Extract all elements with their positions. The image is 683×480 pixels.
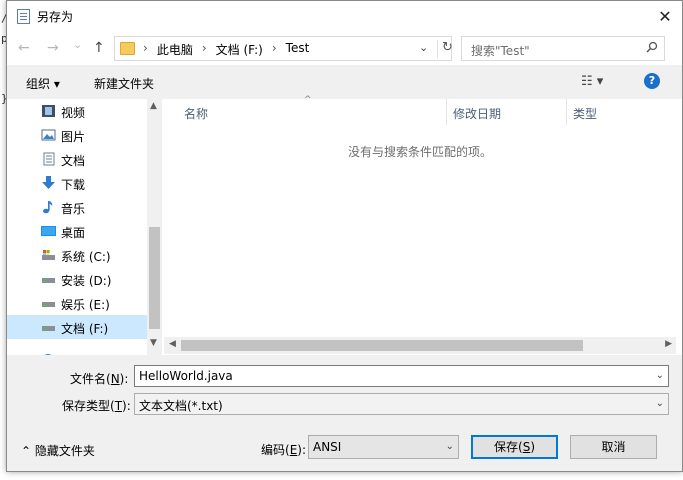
save-type-select[interactable]: 文本文档(*.txt) ⌄	[134, 393, 669, 415]
system-drive-icon	[42, 250, 55, 260]
breadcrumb-separator: ›	[271, 41, 277, 55]
breadcrumb-test[interactable]: Test	[286, 41, 310, 58]
filename-field[interactable]: HelloWorld.java ⌄	[134, 365, 669, 387]
sidebar-item-label: 系统 (C:)	[61, 250, 111, 264]
up-icon[interactable]: ↑	[93, 40, 105, 56]
new-folder-button[interactable]: 新建文件夹	[94, 75, 154, 92]
breadcrumb-this-pc[interactable]: 此电脑	[157, 41, 193, 58]
search-box[interactable]: 搜索"Test"	[461, 36, 665, 61]
sidebar-item-system-c[interactable]: 系统 (C:)	[7, 243, 147, 267]
sidebar-item-documents-f[interactable]: 文档 (F:)	[7, 315, 147, 339]
column-header-label: 名称	[184, 107, 209, 121]
music-icon	[43, 201, 53, 214]
scrollbar-thumb[interactable]	[149, 227, 160, 329]
save-as-dialog: 另存为 ✕ ← → ⌄ ↑ › 此电脑 › 文档 (F:) › Test ⌄ ↻…	[6, 0, 683, 472]
sidebar-item-install-d[interactable]: 安装 (D:)	[7, 267, 147, 291]
search-icon[interactable]	[646, 41, 658, 53]
encoding-select[interactable]: ANSI ⌄	[308, 435, 459, 459]
drive-icon	[42, 302, 55, 307]
column-header-modified[interactable]: 修改日期	[447, 99, 567, 125]
encoding-value: ANSI	[313, 440, 342, 454]
sidebar-item-downloads[interactable]: 下载	[7, 171, 147, 195]
navigation-bar: ← → ⌄ ↑ › 此电脑 › 文档 (F:) › Test ⌄ ↻ 搜索"Te…	[7, 32, 682, 65]
navigation-scrollbar[interactable]: ▲ ▼	[147, 99, 161, 355]
address-bar[interactable]: › 此电脑 › 文档 (F:) › Test ⌄ ↻	[114, 36, 453, 61]
column-header-name[interactable]: ^ 名称	[164, 95, 447, 125]
drive-icon	[42, 326, 55, 331]
view-options-icon[interactable]: ☷ ▾	[581, 74, 603, 89]
desktop-icon	[41, 226, 56, 236]
sidebar-item-music[interactable]: 音乐	[7, 195, 147, 219]
sidebar-item-entertainment-e[interactable]: 娱乐 (E:)	[7, 291, 147, 315]
cancel-button[interactable]: 取消	[570, 435, 657, 459]
column-header-type[interactable]: 类型	[567, 99, 676, 125]
sidebar-item-label: 音乐	[61, 202, 86, 216]
sidebar-item-label: 网络	[61, 353, 85, 355]
scrollbar-thumb[interactable]	[181, 340, 583, 351]
sidebar-item-label: 文档 (F:)	[61, 322, 109, 336]
save-type-label: 保存类型(T):	[62, 399, 131, 413]
save-button[interactable]: 保存(S)	[471, 435, 558, 459]
scroll-up-icon[interactable]: ▲	[150, 101, 157, 111]
chevron-down-icon[interactable]: ⌄	[656, 370, 664, 381]
organize-button[interactable]: 组织 ▾	[26, 75, 60, 92]
scroll-right-icon[interactable]: ▶	[665, 339, 672, 349]
dialog-title: 另存为	[37, 10, 74, 24]
refresh-icon[interactable]: ↻	[437, 40, 453, 58]
pictures-icon	[41, 129, 56, 141]
command-bar: 组织 ▾ 新建文件夹 ☷ ▾ ?	[7, 65, 682, 99]
filename-value: HelloWorld.java	[139, 369, 233, 383]
notepad-icon	[17, 9, 30, 24]
breadcrumb-separator: ›	[201, 41, 207, 55]
scroll-left-icon[interactable]: ◀	[169, 339, 176, 349]
title-bar: 另存为 ✕	[7, 1, 682, 32]
sidebar-item-label: 下载	[61, 178, 86, 192]
search-placeholder: 搜索"Test"	[471, 44, 530, 58]
sidebar-item-label: 安装 (D:)	[61, 274, 112, 288]
sidebar-item-videos[interactable]: 视频	[7, 99, 147, 123]
back-icon[interactable]: ←	[18, 40, 30, 56]
sidebar-item-desktop[interactable]: 桌面	[7, 219, 147, 243]
network-icon	[44, 354, 52, 355]
help-icon[interactable]: ?	[644, 73, 660, 89]
sidebar-item-label: 视频	[61, 106, 86, 120]
column-header-label: 修改日期	[453, 107, 502, 121]
empty-message: 没有与搜索条件匹配的项。	[347, 145, 492, 159]
downloads-icon	[42, 176, 55, 189]
drive-icon	[42, 278, 55, 283]
sidebar-item-network[interactable]: 网络	[7, 348, 147, 355]
breadcrumb-drive-f[interactable]: 文档 (F:)	[216, 41, 263, 58]
sort-ascending-icon: ^	[304, 95, 312, 105]
save-type-value: 文本文档(*.txt)	[139, 399, 223, 413]
navigation-pane: 视频 图片 文档 下载 音乐 桌面 系统 (C:) 安装 (D:) 娱乐 (E:…	[7, 99, 162, 355]
sidebar-item-label: 图片	[61, 130, 86, 144]
chevron-down-icon[interactable]: ⌄	[656, 398, 664, 409]
close-button[interactable]: ✕	[648, 1, 682, 32]
address-dropdown-icon[interactable]: ⌄	[419, 41, 428, 54]
sidebar-item-label: 桌面	[61, 226, 86, 240]
sidebar-item-label: 文档	[61, 154, 86, 168]
column-header-label: 类型	[573, 107, 598, 121]
browser-panes: 视频 图片 文档 下载 音乐 桌面 系统 (C:) 安装 (D:) 娱乐 (E:…	[7, 95, 682, 355]
video-icon	[42, 105, 55, 117]
filename-label: 文件名(N):	[70, 372, 129, 386]
forward-icon[interactable]: →	[47, 40, 59, 56]
encoding-label: 编码(E):	[261, 443, 307, 457]
scroll-down-icon[interactable]: ▼	[150, 338, 157, 348]
documents-icon	[43, 152, 55, 166]
sidebar-item-label: 娱乐 (E:)	[61, 298, 110, 312]
horizontal-scrollbar[interactable]: ◀ ▶	[164, 337, 676, 354]
breadcrumb-separator: ›	[143, 41, 148, 55]
hide-folders-button[interactable]: ⌃ 隐藏文件夹	[21, 442, 95, 459]
sidebar-item-documents[interactable]: 文档	[7, 147, 147, 171]
folder-icon	[120, 42, 135, 55]
chevron-down-icon[interactable]: ⌄	[446, 441, 454, 452]
recent-locations-icon[interactable]: ⌄	[73, 38, 82, 51]
breadcrumb: › 此电脑 › 文档 (F:) › Test	[143, 41, 309, 58]
file-list: ^ 名称 修改日期 类型 没有与搜索条件匹配的项。 ◀ ▶	[164, 95, 676, 355]
sidebar-item-pictures[interactable]: 图片	[7, 123, 147, 147]
